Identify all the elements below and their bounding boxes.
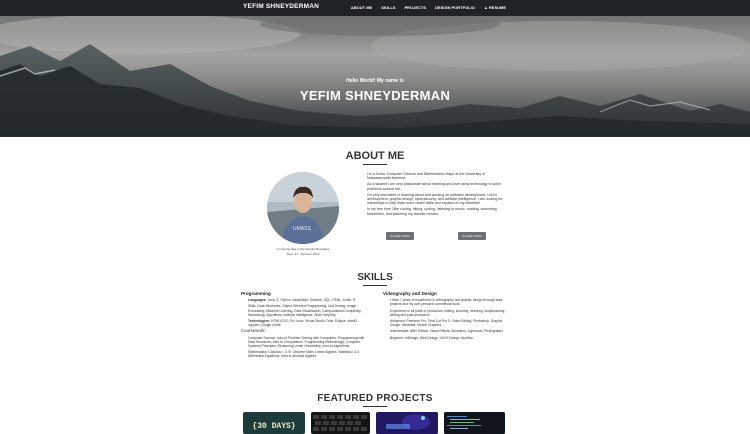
project-tile-30-days[interactable]: {30 DAYS}	[243, 412, 305, 434]
skills-item: I have 7 years of experience in videogra…	[383, 298, 510, 306]
skills-item: Experience in all parts of production: e…	[383, 309, 510, 317]
skills-item-text: Computer Science: Intro to Problem Solvi…	[248, 335, 365, 349]
project-tile-code[interactable]	[444, 412, 505, 434]
skills-item-label: Languages:	[248, 298, 267, 303]
skills-item: Mathematics: Calculus I, II, III, Discre…	[241, 350, 369, 358]
nav-link-projects[interactable]: PROJECTS	[404, 5, 426, 10]
project-tile-game[interactable]	[376, 412, 438, 434]
skills-item-text: Skills: Data Structures, Object-Oriented…	[248, 304, 362, 317]
about-description: I'm a Junior Computer Science and Mathem…	[367, 172, 507, 218]
about-paragraph: In my free time I like coding, hiking, c…	[367, 207, 498, 216]
skills-item: Skills: Data Structures, Object-Oriented…	[241, 304, 369, 317]
skills-item: Advanced: Premiere Pro, Final Cut Pro X,…	[383, 319, 510, 327]
mountain-background-image	[0, 16, 750, 137]
skills-item: Coursework:	[241, 329, 369, 333]
skills-item: Technologies: HTML/CSS, Git, Linux, Visu…	[241, 319, 369, 327]
skills-subheading: Coursework:	[241, 328, 266, 334]
skills-heading: SKILLS	[357, 272, 393, 283]
skills-item-text: Intermediate: After Effects, Visual Effe…	[390, 329, 503, 334]
skills-item-text: Experience in all parts of production: e…	[390, 308, 506, 317]
skills-item: Languages: Java, C, Python, JavaScript, …	[241, 298, 369, 302]
nav-link-resume[interactable]: ▲ RESUME	[484, 5, 506, 10]
about-paragraph: I'm very interested in learning about an…	[367, 192, 503, 206]
profile-photo: UMASS	[267, 172, 339, 244]
skills-item-text: I have 7 years of experience in videogra…	[390, 298, 503, 307]
about-divider	[363, 164, 387, 165]
portfolio-photo-button-2[interactable]: Portfolio Photo	[458, 232, 486, 240]
game-thumbnail-image	[376, 412, 438, 434]
skills-item-text: Beginner: InDesign, Web Design, UX/UI De…	[390, 335, 474, 340]
skills-design-column: Videography and Design I have 7 years of…	[383, 291, 510, 342]
skills-item: Intermediate: After Effects, Visual Effe…	[383, 329, 510, 333]
button-label: Portfolio Photo	[462, 234, 482, 238]
nav-links: ABOUT ME SKILLS PROJECTS DESIGN PORTFOLI…	[351, 5, 506, 10]
skills-column-title: Programming	[241, 291, 271, 296]
skills-column-title: Videography and Design	[383, 291, 437, 296]
photo-caption-line-2: Peru, 47 - Summer 2019	[286, 252, 320, 256]
top-navbar: YEFIM SHNEYDERMAN ABOUT ME SKILLS PROJEC…	[0, 0, 750, 16]
projects-heading: FEATURED PROJECTS	[317, 393, 433, 404]
skills-divider	[363, 285, 387, 286]
skills-item: Computer Science: Intro to Problem Solvi…	[241, 336, 369, 349]
skills-programming-column: Programming Languages: Java, C, Python, …	[241, 291, 369, 361]
photo-caption-line-1: A morning hike in the Sandia Mountains	[276, 247, 330, 251]
about-paragraph: I'm a Junior Computer Science and Mathem…	[367, 172, 486, 181]
hero-subtitle: Hello World! My name is	[346, 78, 404, 84]
projects-divider	[363, 406, 387, 407]
hero-title: YEFIM SHNEYDERMAN	[299, 88, 451, 103]
svg-text:UMASS: UMASS	[293, 226, 311, 232]
project-tile-keyboard[interactable]	[311, 412, 370, 434]
skills-item-text: Advanced: Premiere Pro, Final Cut Pro X,…	[390, 319, 503, 328]
about-paragraph: As a student I am very passionate about …	[367, 182, 501, 191]
nav-link-about[interactable]: ABOUT ME	[351, 5, 372, 10]
project-tile-text: {30 DAYS}	[252, 422, 296, 431]
about-heading: ABOUT ME	[345, 150, 405, 162]
button-label: Portfolio Photo	[390, 234, 410, 238]
portfolio-photo-button-1[interactable]: Portfolio Photo	[386, 232, 414, 240]
brand-logo-text[interactable]: YEFIM SHNEYDERMAN	[243, 3, 319, 10]
skills-item-text: Mathematics: Calculus I, II, III, Discre…	[248, 350, 361, 359]
keyboard-image	[313, 415, 367, 431]
skills-item: Beginner: InDesign, Web Design, UX/UI De…	[383, 336, 510, 340]
skills-item-text: Java, C, Python, JavaScript, Scheme, SQL…	[267, 298, 356, 303]
nav-link-design-portfolio[interactable]: DESIGN PORTFOLIO	[435, 5, 475, 10]
hero-banner: Hello World! My name is YEFIM SHNEYDERMA…	[0, 16, 750, 137]
nav-link-skills[interactable]: SKILLS	[381, 5, 395, 10]
code-editor-image	[444, 412, 505, 434]
